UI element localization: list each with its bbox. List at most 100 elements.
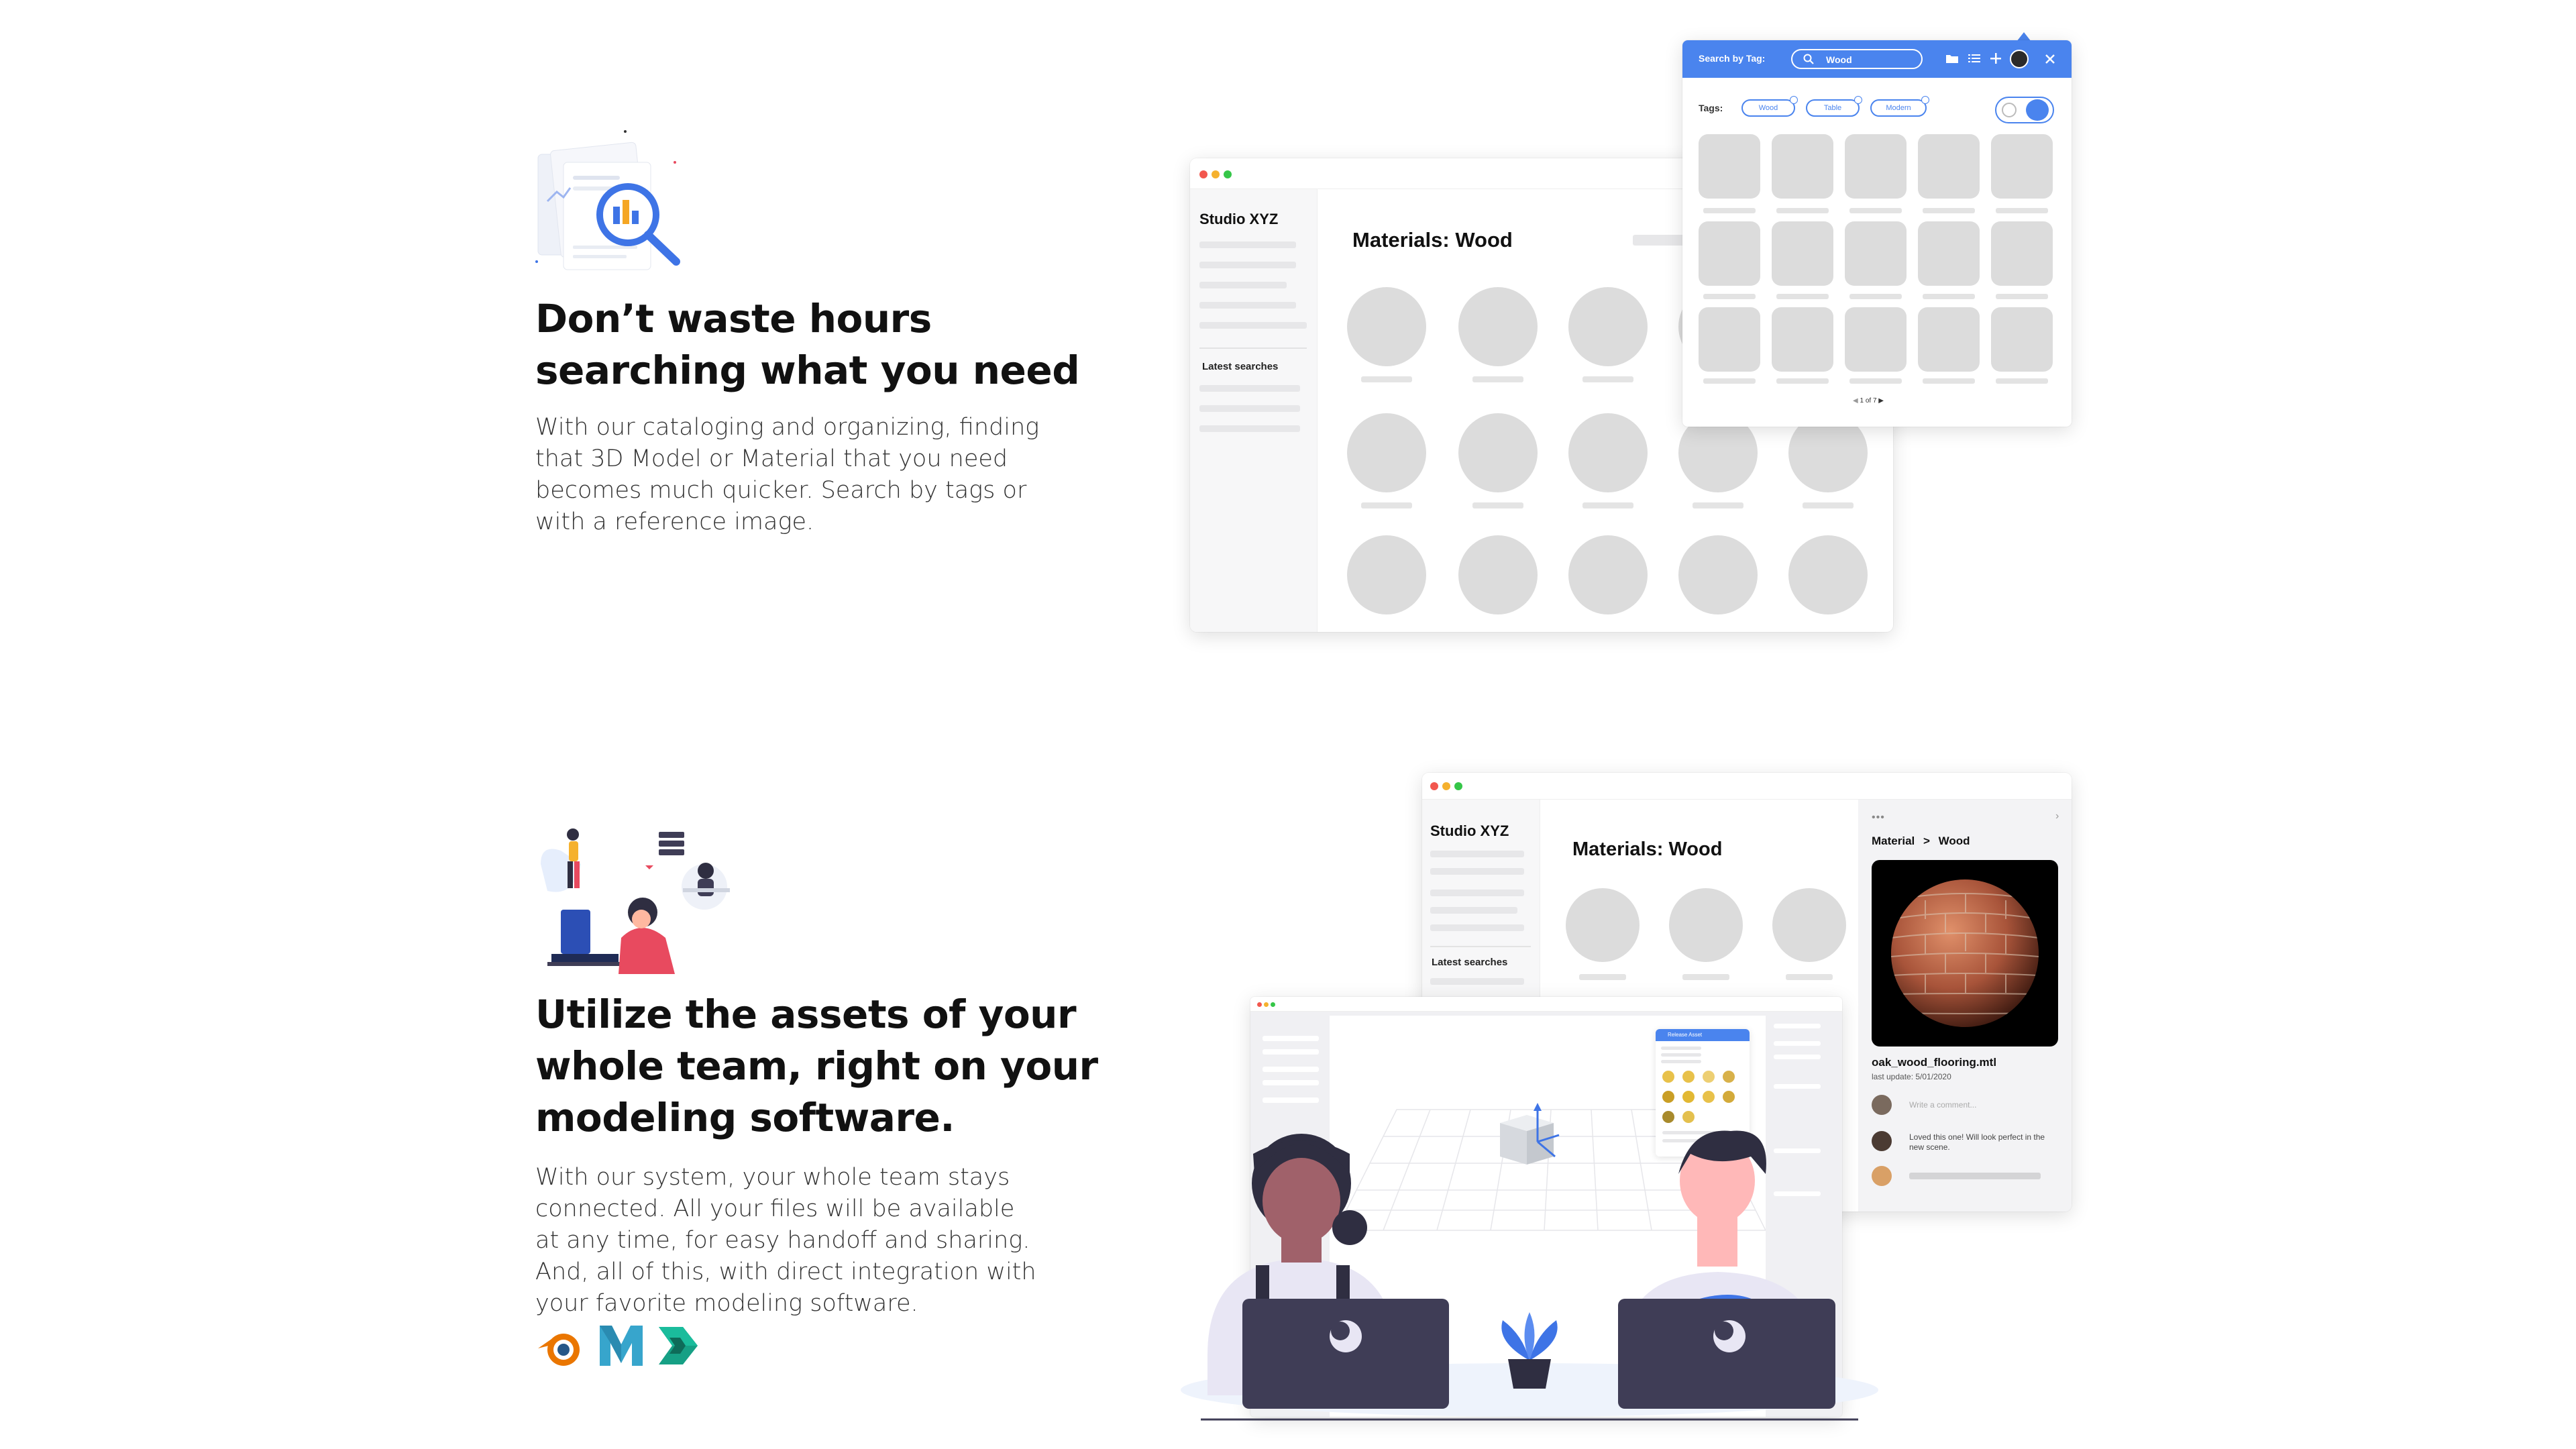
result-tile[interactable] [1772, 134, 1833, 199]
material-preview [1872, 860, 2058, 1046]
material-swatch[interactable] [1723, 1071, 1735, 1083]
minimize-window-dot[interactable] [1264, 1002, 1269, 1007]
sidebar-item[interactable] [1430, 851, 1524, 857]
close-window-dot[interactable] [1430, 782, 1438, 790]
material-thumbnail[interactable] [1568, 287, 1648, 366]
section1-heading: Don’t waste hours searching what you nee… [535, 293, 1080, 396]
minimize-window-dot[interactable] [1442, 782, 1450, 790]
maximize-window-dot[interactable] [1454, 782, 1462, 790]
comment-text: Loved this one! Will look perfect in the… [1909, 1132, 2045, 1152]
search-mode-toggle[interactable] [1995, 97, 2054, 123]
recent-search-item[interactable] [1199, 385, 1300, 392]
result-tile[interactable] [1991, 134, 2053, 199]
material-thumbnail[interactable] [1788, 535, 1868, 614]
material-swatch[interactable] [1682, 1071, 1695, 1083]
folder-icon[interactable] [1945, 53, 1959, 64]
tag-chip-table[interactable]: Table [1806, 96, 1862, 117]
maximize-window-dot[interactable] [1271, 1002, 1275, 1007]
tag-search-input[interactable]: Wood [1791, 49, 1923, 69]
result-tile[interactable] [1918, 221, 1980, 286]
close-window-dot[interactable] [1257, 1002, 1262, 1007]
prev-page-icon[interactable]: ◀ [1853, 397, 1858, 405]
tool-item[interactable] [1263, 1036, 1319, 1041]
maximize-window-dot[interactable] [1224, 170, 1232, 178]
result-tile[interactable] [1845, 307, 1907, 372]
material-thumbnail[interactable] [1347, 287, 1426, 366]
result-tile[interactable] [1772, 221, 1833, 286]
material-thumbnail[interactable] [1669, 888, 1743, 962]
result-caption [1996, 208, 2048, 213]
comment-input[interactable]: Write a comment... [1909, 1100, 1976, 1110]
image-search-icon[interactable] [2002, 103, 2017, 117]
material-thumbnail[interactable] [1347, 413, 1426, 492]
sidebar-item[interactable] [1430, 890, 1524, 896]
result-tile[interactable] [1699, 307, 1760, 372]
heading-line: whole team, right on your [535, 1043, 1098, 1089]
property-item[interactable] [1774, 1055, 1821, 1059]
result-tile[interactable] [1699, 221, 1760, 286]
result-caption [1849, 378, 1902, 384]
result-tile[interactable] [1991, 307, 2053, 372]
recent-search-item[interactable] [1199, 425, 1300, 432]
tool-item[interactable] [1263, 1080, 1319, 1085]
property-item[interactable] [1774, 1041, 1821, 1046]
material-swatch[interactable] [1662, 1071, 1674, 1083]
property-item[interactable] [1774, 1084, 1821, 1089]
list-view-icon[interactable] [1968, 53, 1980, 64]
material-thumbnail[interactable] [1678, 535, 1758, 614]
sidebar-item[interactable] [1430, 907, 1517, 914]
last-update: last update: 5/01/2020 [1872, 1072, 1951, 1081]
material-thumbnail[interactable] [1458, 287, 1538, 366]
material-thumbnail[interactable] [1458, 535, 1538, 614]
remove-tag-icon[interactable] [1921, 96, 1929, 104]
sidebar-item[interactable] [1430, 868, 1524, 875]
remove-tag-icon[interactable] [1854, 96, 1862, 104]
minimize-window-dot[interactable] [1212, 170, 1220, 178]
close-window-dot[interactable] [1199, 170, 1208, 178]
remove-tag-icon[interactable] [1790, 96, 1798, 104]
recent-search-item[interactable] [1199, 405, 1300, 412]
tag-chip-wood[interactable]: Wood [1741, 96, 1798, 117]
result-tile[interactable] [1845, 221, 1907, 286]
sidebar-item[interactable] [1430, 924, 1524, 931]
tool-item[interactable] [1263, 1067, 1319, 1072]
tag-chip-modern[interactable]: Modern [1870, 96, 1929, 117]
material-thumbnail[interactable] [1568, 413, 1648, 492]
result-tile[interactable] [1699, 134, 1760, 199]
result-caption [1849, 294, 1902, 299]
add-icon[interactable] [1990, 52, 2002, 64]
result-caption [1923, 294, 1975, 299]
result-tile[interactable] [1772, 307, 1833, 372]
chevron-right-icon[interactable]: › [2055, 810, 2059, 822]
breadcrumb-root[interactable]: Material [1872, 835, 1915, 847]
material-thumbnail[interactable] [1347, 535, 1426, 614]
sidebar-item[interactable] [1199, 282, 1287, 288]
result-tile[interactable] [1845, 134, 1907, 199]
result-caption [1776, 378, 1829, 384]
recent-search-item[interactable] [1430, 978, 1524, 985]
more-options-icon[interactable]: ••• [1872, 812, 1885, 824]
tool-item[interactable] [1263, 1049, 1319, 1055]
result-tile[interactable] [1918, 134, 1980, 199]
material-thumbnail[interactable] [1566, 888, 1640, 962]
heading-line: modeling software. [535, 1095, 955, 1140]
next-page-icon[interactable]: ▶ [1878, 397, 1884, 405]
material-caption [1361, 376, 1412, 382]
sidebar-item[interactable] [1199, 241, 1296, 248]
sidebar-item[interactable] [1199, 262, 1296, 268]
sidebar-item[interactable] [1199, 302, 1296, 309]
user-avatar[interactable] [2010, 50, 2029, 68]
material-caption [1582, 376, 1633, 382]
material-thumbnail[interactable] [1772, 888, 1846, 962]
plugin-panel-title: Release Asset [1668, 1032, 1703, 1038]
material-thumbnail[interactable] [1458, 413, 1538, 492]
result-tile[interactable] [1918, 307, 1980, 372]
material-swatch[interactable] [1703, 1071, 1715, 1083]
tag-search-mode-icon[interactable] [2026, 99, 2049, 121]
result-tile[interactable] [1991, 221, 2053, 286]
material-thumbnail[interactable] [1568, 535, 1648, 614]
close-icon[interactable] [2045, 54, 2055, 64]
sidebar-item[interactable] [1199, 322, 1307, 329]
plugin-panel-header: Release Asset [1656, 1029, 1750, 1041]
property-item[interactable] [1774, 1024, 1821, 1028]
